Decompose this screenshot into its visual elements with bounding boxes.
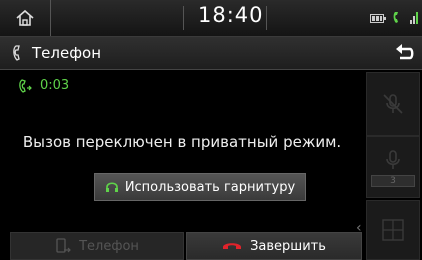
mic-volume-icon — [386, 150, 400, 169]
status-icons — [370, 11, 418, 25]
signal-icon — [410, 12, 418, 24]
keypad-button[interactable] — [366, 200, 420, 260]
chevron-left-icon: ‹ — [356, 220, 362, 236]
end-call-label: Завершить — [250, 238, 326, 254]
divider — [183, 6, 184, 30]
phone-transfer-icon — [56, 238, 71, 253]
call-active-icon — [19, 78, 32, 93]
mic-mute-icon — [383, 94, 403, 114]
home-icon — [16, 9, 34, 26]
handset-icon — [13, 45, 20, 61]
phone-button-label: Телефон — [79, 238, 139, 254]
page-title: Телефон — [32, 44, 102, 62]
use-headset-label: Использовать гарнитуру — [124, 179, 296, 195]
call-status-message: Вызов переключен в приватный режим. — [22, 133, 342, 151]
mic-mute-button[interactable] — [366, 72, 420, 136]
clock: 18:40 — [198, 3, 264, 27]
status-bar: 18:40 — [0, 0, 422, 37]
battery-icon — [370, 13, 386, 23]
mic-volume-button[interactable]: 3 — [366, 136, 420, 198]
side-controls: 3 ‹ — [356, 70, 422, 260]
use-headset-button[interactable]: Использовать гарнитуру — [94, 173, 306, 201]
divider — [266, 6, 267, 30]
call-timer: 0:03 — [18, 78, 69, 93]
back-icon[interactable] — [394, 43, 416, 63]
end-call-button[interactable]: Завершить — [186, 232, 362, 260]
bluetooth-call-icon — [393, 12, 398, 23]
call-panel: 0:03 Вызов переключен в приватный режим.… — [0, 70, 364, 260]
phone-button[interactable]: Телефон — [10, 232, 184, 260]
home-button[interactable] — [0, 0, 51, 36]
keypad-icon — [382, 219, 404, 241]
hangup-icon — [223, 243, 242, 249]
headset-icon — [105, 182, 118, 192]
call-duration: 0:03 — [40, 78, 70, 93]
mic-volume-level: 3 — [371, 175, 415, 187]
title-bar: Телефон — [0, 37, 422, 70]
